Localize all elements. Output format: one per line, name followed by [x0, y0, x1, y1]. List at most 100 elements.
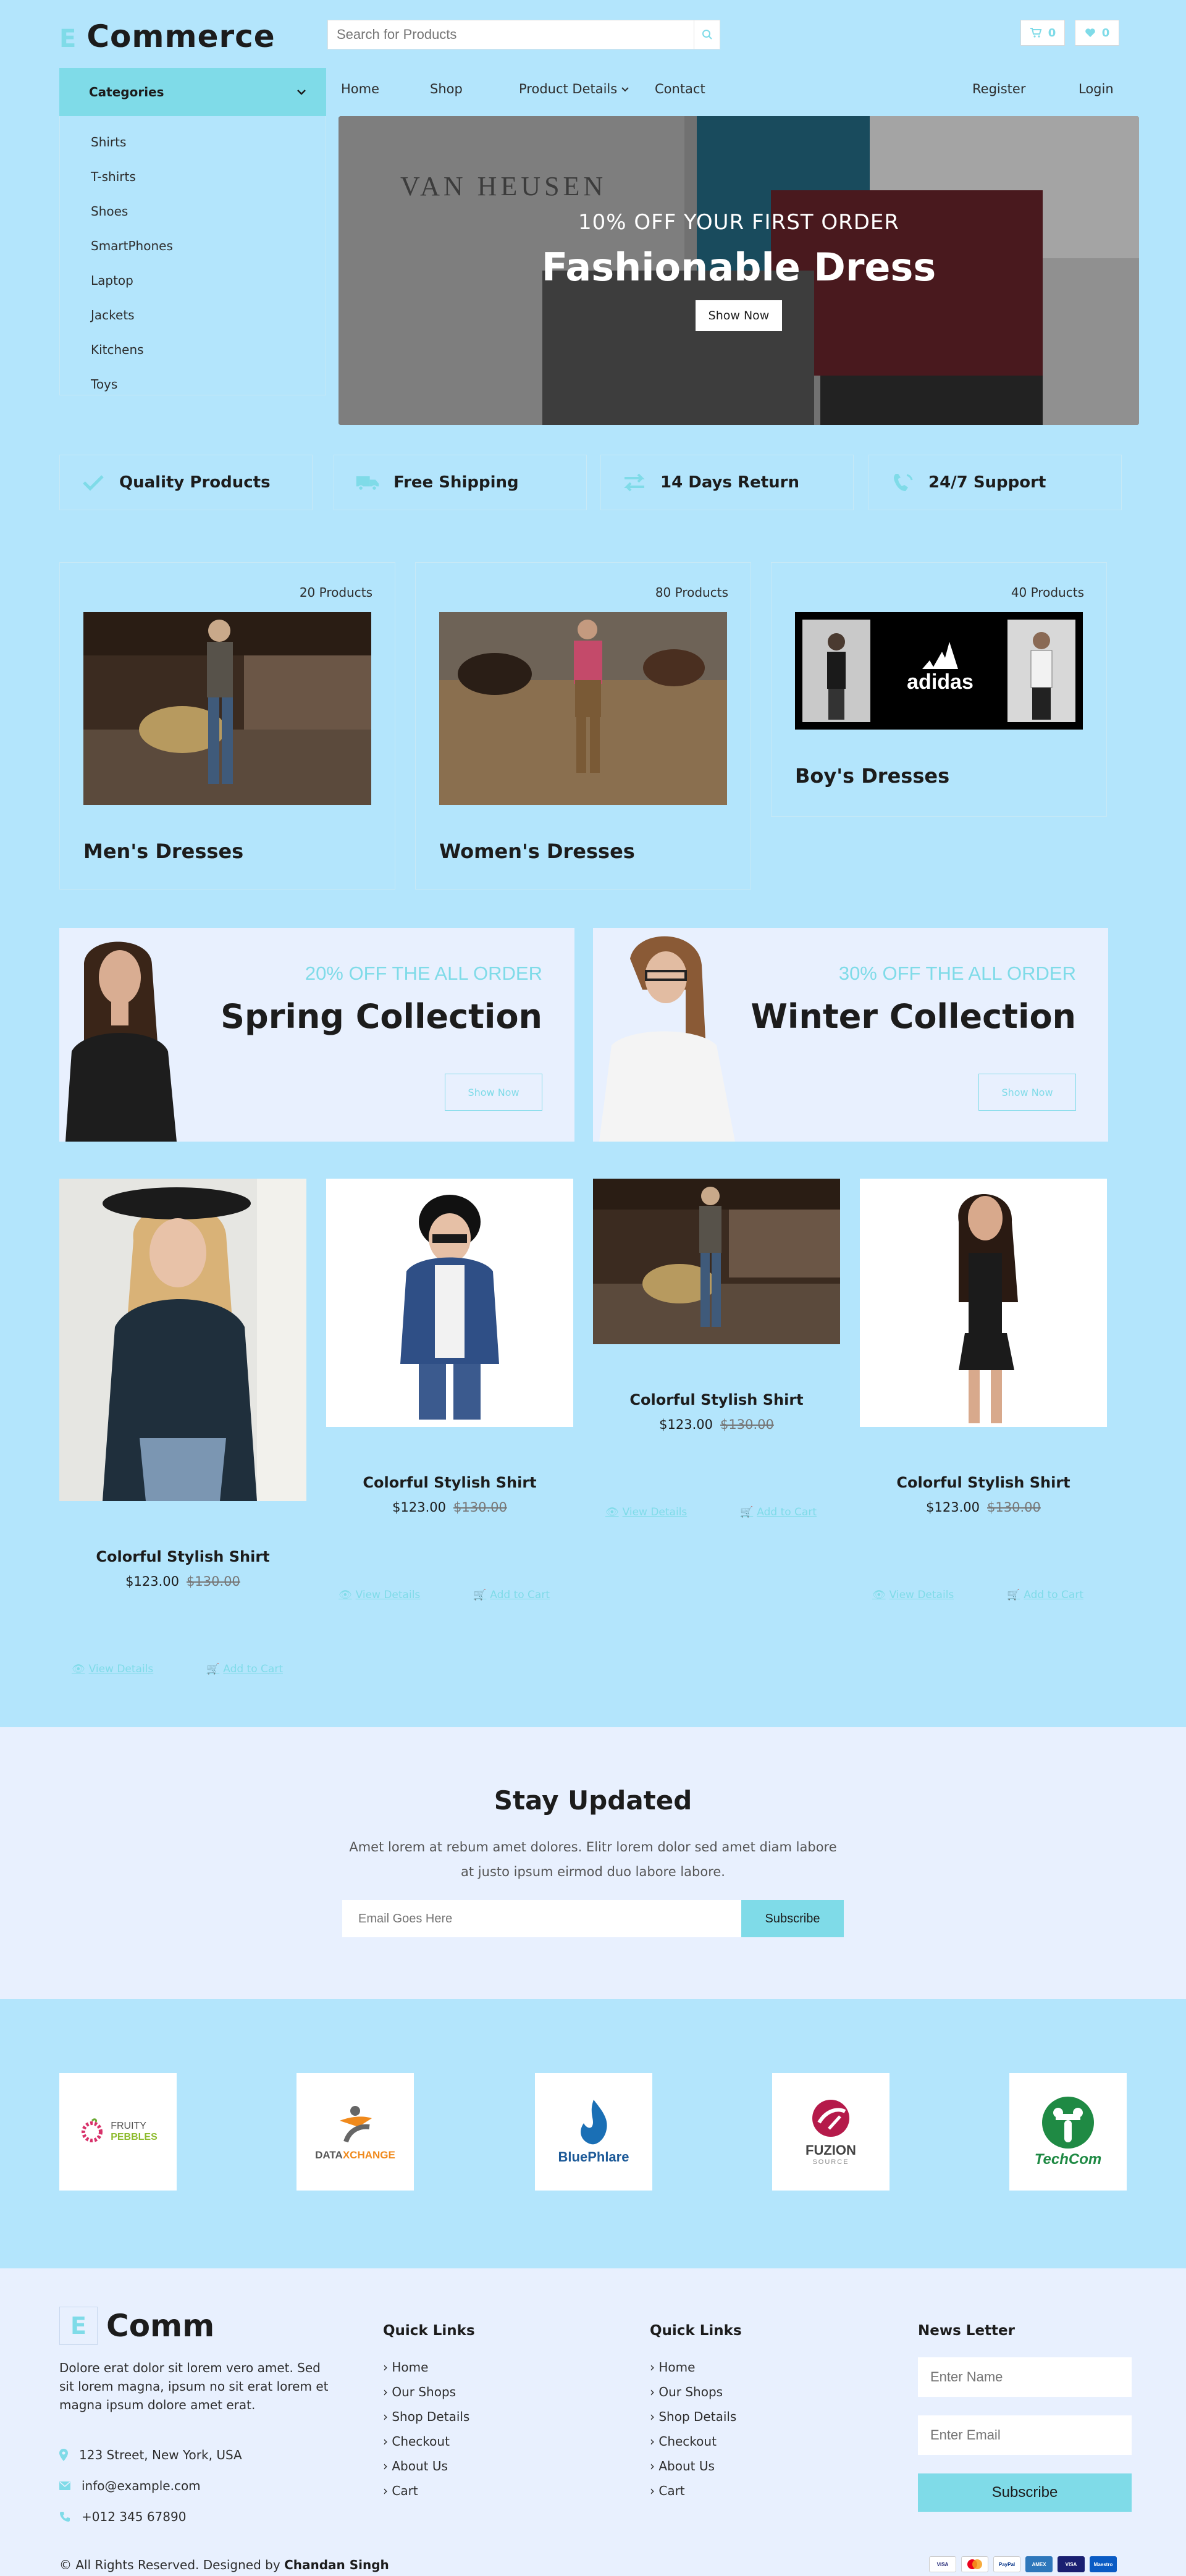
visa-icon: VISA — [929, 2556, 956, 2572]
nav-product-details[interactable]: Product Details — [519, 82, 629, 96]
footer-link-label: Checkout — [392, 2434, 450, 2449]
nav-product-details-label: Product Details — [519, 82, 618, 96]
footer-logo[interactable]: E Comm — [59, 2307, 214, 2345]
category-card-men[interactable]: 20 Products Men's Dresses — [59, 562, 395, 890]
view-details-link[interactable]: 👁 View Details — [872, 1589, 954, 1601]
view-details-label: View Details — [355, 1589, 421, 1601]
eye-icon: 👁 — [72, 1663, 85, 1675]
hero-offer: 10% OFF YOUR FIRST ORDER — [578, 210, 900, 235]
footer-email-text[interactable]: info@example.com — [82, 2478, 201, 2493]
product-price-row: $123.00 $130.00 — [860, 1500, 1107, 1515]
footer-link[interactable]: › About Us — [383, 2459, 469, 2473]
categories-title: Categories — [89, 85, 164, 99]
newsletter-subscribe-button[interactable]: Subscribe — [741, 1900, 844, 1937]
view-details-link[interactable]: 👁 View Details — [339, 1589, 420, 1601]
offer-shop-button[interactable]: Show Now — [445, 1074, 542, 1111]
newsletter-email-input[interactable] — [342, 1900, 742, 1937]
nav-shop[interactable]: Shop — [430, 82, 463, 96]
logo-e: E — [59, 25, 77, 53]
category-item[interactable]: T-shirts — [60, 159, 326, 194]
category-item[interactable]: SmartPhones — [60, 229, 326, 263]
view-details-link[interactable]: 👁 View Details — [605, 1506, 687, 1518]
view-details-label: View Details — [622, 1506, 688, 1518]
footer-link-label: Home — [392, 2360, 429, 2375]
offer-shop-button[interactable]: Show Now — [978, 1074, 1076, 1111]
footer-link[interactable]: › Home — [383, 2360, 469, 2375]
footer-link[interactable]: › Home — [650, 2360, 736, 2375]
brand-logo-fuzion[interactable]: FUZION SOURCE — [772, 2073, 890, 2191]
product-price-row: $123.00 $130.00 — [326, 1500, 573, 1515]
add-to-cart-link[interactable]: 🛒 Add to Cart — [206, 1663, 283, 1675]
footer-link[interactable]: › Shop Details — [650, 2409, 736, 2424]
feature-return: 14 Days Return — [600, 455, 854, 510]
add-to-cart-link[interactable]: 🛒 Add to Cart — [740, 1506, 817, 1518]
product-card[interactable]: Colorful Stylish Shirt $123.00 $130.00 👁 V… — [593, 1179, 840, 1518]
nav-home[interactable]: Home — [341, 82, 379, 96]
maestro-icon: Maestro — [1090, 2556, 1117, 2572]
footer-link[interactable]: › Our Shops — [650, 2384, 736, 2399]
category-item[interactable]: Kitchens — [60, 332, 326, 367]
add-to-cart-link[interactable]: 🛒 Add to Cart — [473, 1589, 550, 1601]
brand-logo-techcom[interactable]: TechCom — [1009, 2073, 1127, 2191]
category-item[interactable]: Shirts — [60, 125, 326, 159]
brand-line1: TechCom — [1034, 2151, 1102, 2168]
cart-button[interactable]: 0 — [1020, 20, 1065, 46]
product-price: $123.00 — [125, 1574, 179, 1589]
category-item[interactable]: Laptop — [60, 263, 326, 298]
footer-link-label: About Us — [658, 2459, 715, 2473]
product-card[interactable]: Colorful Stylish Shirt $123.00 $130.00 👁 V… — [326, 1179, 573, 1601]
hero-shop-button[interactable]: Show Now — [696, 300, 782, 331]
search-button[interactable] — [694, 20, 720, 49]
brand-logo-bluephlare[interactable]: BluePhlare — [535, 2073, 652, 2191]
footer-link[interactable]: › Cart — [383, 2483, 469, 2498]
brand-logo-dataxchange[interactable]: DATAXCHANGE — [296, 2073, 414, 2191]
add-to-cart-label: Add to Cart — [223, 1663, 283, 1675]
category-item[interactable]: Toys — [60, 367, 326, 402]
cart-icon: 🛒 — [206, 1663, 220, 1675]
designer-link[interactable]: Chandan Singh — [284, 2557, 389, 2572]
site-logo[interactable]: E Commerce — [59, 19, 275, 54]
category-item[interactable]: Shoes — [60, 194, 326, 229]
quick-links-list: › Home › Our Shops › Shop Details › Chec… — [383, 2360, 469, 2498]
nav-contact[interactable]: Contact — [655, 82, 705, 96]
footer-link[interactable]: › Our Shops — [383, 2384, 469, 2399]
offer-tag: 20% OFF THE ALL ORDER — [305, 962, 542, 984]
footer-email-input[interactable] — [918, 2415, 1132, 2455]
categories-toggle[interactable]: Categories — [59, 68, 326, 116]
cart-count: 0 — [1048, 26, 1056, 40]
feature-label: 14 Days Return — [660, 473, 799, 492]
view-details-link[interactable]: 👁 View Details — [72, 1663, 153, 1675]
quick-links-title: Quick Links — [650, 2323, 742, 2339]
footer-link[interactable]: › Checkout — [383, 2434, 469, 2449]
product-card[interactable]: Colorful Stylish Shirt $123.00 $130.00 👁 V… — [59, 1179, 306, 1675]
eye-icon: 👁 — [872, 1589, 886, 1601]
category-card-women[interactable]: 80 Products Women's Dresses — [415, 562, 751, 890]
footer-link[interactable]: › Checkout — [650, 2434, 736, 2449]
phone-icon — [890, 470, 915, 495]
search-input[interactable] — [328, 20, 692, 49]
add-to-cart-link[interactable]: 🛒 Add to Cart — [1007, 1589, 1083, 1601]
brand-logo-fruity-pebbles[interactable]: FRUITY PEBBLES — [59, 2073, 177, 2191]
fruity-pebbles-icon — [82, 2118, 103, 2142]
category-card-boys[interactable]: 40 Products adidas Boy's Dresses — [771, 562, 1107, 817]
offer-tag: 30% OFF THE ALL ORDER — [838, 962, 1076, 984]
product-card[interactable]: Colorful Stylish Shirt $123.00 $130.00 👁 V… — [860, 1179, 1107, 1601]
footer-link[interactable]: › Cart — [650, 2483, 736, 2498]
feature-quality: Quality Products — [59, 455, 313, 510]
footer-name-input[interactable] — [918, 2357, 1132, 2397]
quick-links-list: › Home › Our Shops › Shop Details › Chec… — [650, 2360, 736, 2498]
product-price-row: $123.00 $130.00 — [593, 1417, 840, 1432]
footer-subscribe-button[interactable]: Subscribe — [918, 2473, 1132, 2512]
category-item[interactable]: Jackets — [60, 298, 326, 332]
dataxchange-icon — [340, 2106, 372, 2143]
nav-login[interactable]: Login — [1079, 82, 1114, 96]
wishlist-button[interactable]: 0 — [1075, 20, 1119, 46]
footer-description: Dolore erat dolor sit lorem vero amet. S… — [59, 2360, 329, 2412]
footer-link[interactable]: › Shop Details — [383, 2409, 469, 2424]
search-bar — [327, 20, 720, 49]
newsletter-title: Stay Updated — [494, 1785, 692, 1816]
footer-link[interactable]: › About Us — [650, 2459, 736, 2473]
nav-register[interactable]: Register — [972, 82, 1025, 96]
hero-carousel[interactable]: VAN HEUSEN 10% OFF YOUR FIRST ORDER Fash… — [339, 116, 1139, 425]
techcom-icon — [1042, 2097, 1094, 2149]
